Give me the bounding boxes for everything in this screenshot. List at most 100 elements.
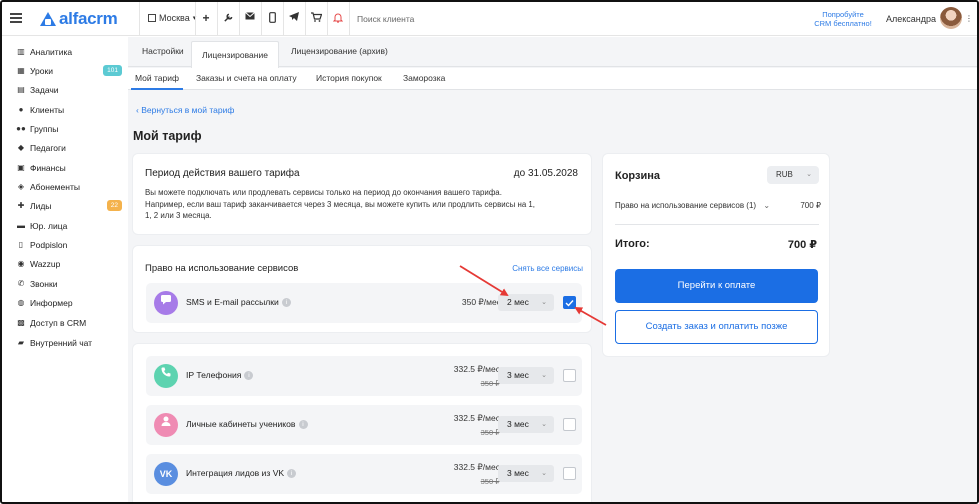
currency-select[interactable]: RUB ⌄ [767,166,819,184]
info-icon[interactable]: i [287,468,297,478]
sidebar-item-internal-chat[interactable]: ▰ Внутренний чат [16,336,124,350]
info-icon[interactable]: i [244,370,254,380]
period-select-value: 3 мес [507,419,529,429]
tab-my-tariff[interactable]: Мой тариф [130,73,184,90]
mail-icon[interactable] [244,12,256,24]
sidebar-item-lessons[interactable]: ▦ Уроки 101 [16,64,124,78]
sidebar-item-label: Уроки [30,66,53,76]
sidebar-item-crm-access[interactable]: ▩ Доступ в CRM [16,316,124,330]
period-select[interactable]: 2 мес ⌄ [498,294,554,311]
currency-value: RUB [776,170,793,179]
branch-selector[interactable]: Москва ▾ [148,13,196,23]
more-vertical-icon[interactable]: ⋮ [965,14,973,23]
divider [283,2,284,36]
tab-purchase-history[interactable]: История покупок [316,73,382,83]
info-icon[interactable]: i [298,419,308,429]
cart-line-item[interactable]: Право на использование сервисов (1) ⌄ 70… [615,201,821,210]
sidebar-item-finance[interactable]: ▣ Финансы [16,161,124,175]
divider [217,2,218,36]
period-select[interactable]: 3 мес ⌄ [498,367,554,384]
divider [195,2,196,36]
remove-all-services-link[interactable]: Снять все сервисы [512,264,583,273]
promo-line-2: CRM бесплатно! [814,19,872,28]
divider [139,2,140,36]
tab-licensing[interactable]: Лицензирование [191,41,279,68]
sidebar-item-tasks[interactable]: ▤ Задачи [16,83,124,97]
sidebar-item-subscriptions[interactable]: ◈ Абонементы [16,180,124,194]
period-description: Вы можете подключать или продлевать серв… [145,187,585,222]
chart-icon: ▥ [17,47,25,56]
service-price: 332.5 ₽/мес [453,364,500,374]
promo-link[interactable]: Попробуйте CRM бесплатно! [812,10,874,28]
sub-tabs: Мой тариф Заказы и счета на оплату Истор… [128,68,977,90]
period-select[interactable]: 3 мес ⌄ [498,465,554,482]
user-icon: ● [18,105,24,114]
service-checkbox[interactable] [563,296,576,309]
divider [261,2,262,36]
period-select-value: 3 мес [507,370,529,380]
back-link[interactable]: ‹ Вернуться в мой тариф [136,105,234,115]
service-checkbox[interactable] [563,418,576,431]
divider [615,224,819,225]
mobile-phone-icon[interactable] [266,12,278,24]
period-select-value: 2 мес [507,297,529,307]
sidebar-item-groups[interactable]: ●● Группы [16,122,124,136]
tab-freeze[interactable]: Заморозка [403,73,445,83]
telegram-icon[interactable] [288,12,300,24]
clipboard-icon: ▤ [17,85,25,94]
chevron-down-icon: ⌄ [541,421,547,428]
divider [305,2,306,36]
sidebar-item-label: Клиенты [30,105,65,115]
sidebar: ▥ Аналитика ▦ Уроки 101 ▤ Задачи ● Клиен… [2,37,128,502]
service-checkbox[interactable] [563,369,576,382]
card-inner: Период действия вашего тарифа до 31.05.2… [132,153,592,235]
divider [239,2,240,36]
cart-card: Корзина RUB ⌄ Право на использование сер… [602,153,830,357]
top-bar: alfacrm Москва ▾ + [2,2,977,36]
plus-icon[interactable]: + [200,12,212,24]
avatar[interactable] [940,7,962,29]
sidebar-item-wazzup[interactable]: ◉ Wazzup [16,257,124,271]
lock-icon: ▩ [17,318,25,327]
period-select[interactable]: 3 мес ⌄ [498,416,554,433]
service-name-label: SMS и E-mail рассылки [186,297,279,307]
cart-line-amount: 700 ₽ [800,201,821,210]
sms-icon [154,291,178,315]
count-badge: 22 [106,200,122,211]
sidebar-item-clients[interactable]: ● Клиенты [16,103,124,117]
wrench-icon[interactable] [222,12,234,24]
main-content: Настройки Лицензирование Лицензирование … [128,37,977,502]
sidebar-item-legal-entities[interactable]: ▬ Юр. лица [16,219,124,233]
sidebar-item-leads[interactable]: ✚ Лиды 22 [16,199,124,213]
cart-icon[interactable] [310,12,322,24]
info-icon[interactable]: i [281,297,291,307]
sidebar-item-analytics[interactable]: ▥ Аналитика [16,45,124,59]
service-name-label: IP Телефония [186,370,242,380]
divider [349,2,350,36]
service-row-student-accounts: Личные кабинеты учеников i 332.5 ₽/мес 3… [146,405,582,445]
service-price: 332.5 ₽/мес [453,413,500,423]
users-icon: ●● [16,124,26,133]
create-order-pay-later-button[interactable]: Создать заказ и оплатить позже [615,310,818,344]
tab-orders-invoices[interactable]: Заказы и счета на оплату [196,73,297,83]
back-link-label: Вернуться в мой тариф [141,105,235,115]
search-input[interactable]: Поиск клиента [357,14,414,24]
sidebar-item-label: Лиды [30,201,52,211]
sidebar-item-teachers[interactable]: ◆ Педагоги [16,141,124,155]
tab-licensing-archive[interactable]: Лицензирование (архив) [291,46,388,56]
service-row-vk-leads: VK Интеграция лидов из VK i 332.5 ₽/мес … [146,454,582,494]
hamburger-menu-icon[interactable] [10,13,22,23]
logo[interactable]: alfacrm [40,9,118,29]
bell-icon[interactable] [332,12,344,24]
sidebar-item-calls[interactable]: ✆ Звонки [16,277,124,291]
tab-settings[interactable]: Настройки [142,46,184,56]
sidebar-item-label: Wazzup [30,259,61,269]
building-icon [148,14,156,22]
sidebar-item-informer[interactable]: ◍ Информер [16,296,124,310]
graduation-cap-icon: ◆ [17,143,25,152]
sidebar-item-podpislon[interactable]: ▯ Podpislon [16,238,124,252]
service-checkbox[interactable] [563,467,576,480]
user-name[interactable]: Александра [886,14,936,24]
proceed-to-payment-button[interactable]: Перейти к оплате [615,269,818,303]
sidebar-item-label: Юр. лица [30,221,68,231]
